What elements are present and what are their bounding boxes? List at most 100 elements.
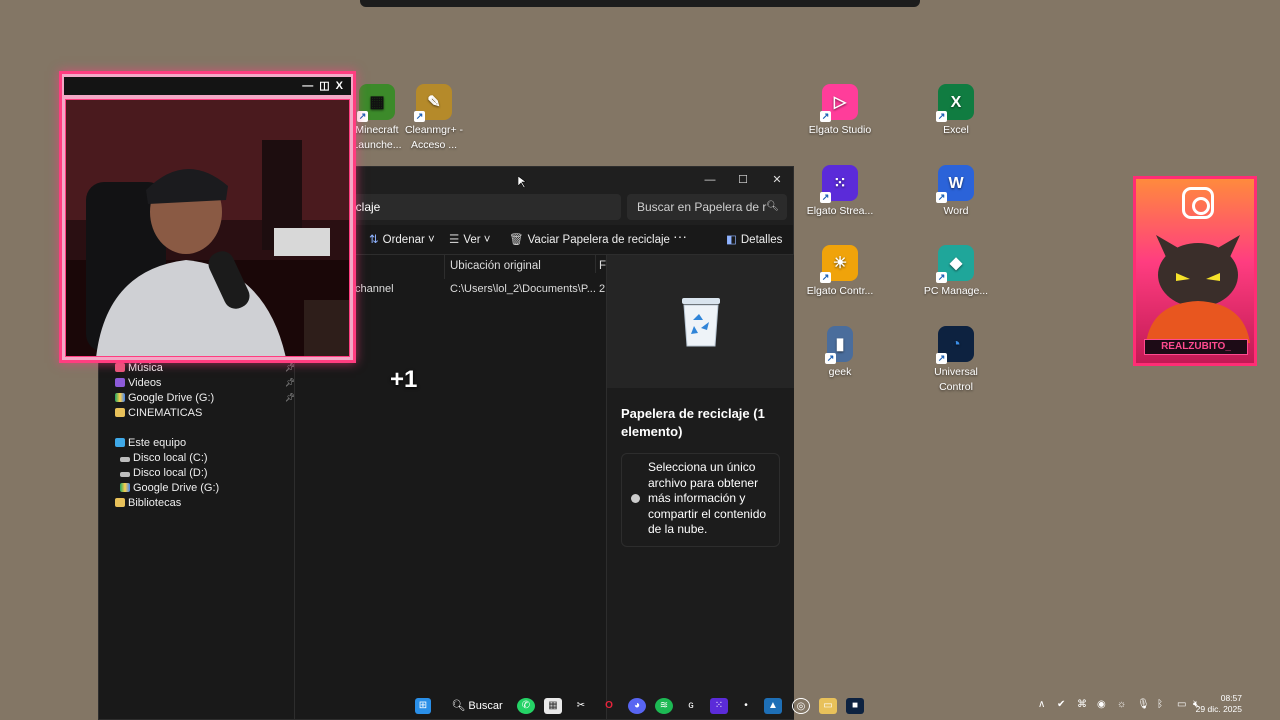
desktop-icon-label: Cleanmgr+ - Acceso ...: [404, 124, 464, 151]
tray-icon[interactable]: ◉: [1097, 699, 1106, 710]
preview-area: [607, 255, 794, 388]
maximize-button[interactable]: ☐: [728, 170, 758, 190]
videos-icon: [115, 378, 125, 387]
desktop-icon-elgato-stream[interactable]: ⁙ ↗ Elgato Strea...: [802, 165, 878, 219]
tray-icon[interactable]: ✔: [1057, 699, 1065, 710]
details-button[interactable]: ◧ Detalles: [726, 232, 782, 246]
discord-icon[interactable]: ◕: [628, 698, 646, 714]
desktop-icon-label: Word: [943, 205, 969, 217]
clock-time: 08:57: [1220, 693, 1242, 703]
desktop-icon-label: Elgato Contr...: [806, 285, 874, 297]
elgato-stream-deck-icon: ⁙ ↗: [820, 165, 858, 203]
store-icon[interactable]: ▦: [544, 698, 562, 714]
minimize-button[interactable]: —: [695, 170, 725, 190]
column-header-original-location[interactable]: Ubicación original: [450, 260, 541, 272]
trash-icon: 🗑︎: [509, 234, 524, 246]
obs-icon[interactable]: ◎: [792, 698, 810, 714]
more-options-button[interactable]: ···: [673, 228, 687, 244]
clock[interactable]: 08:57 29 dic. 2025: [1196, 693, 1242, 715]
network-icon[interactable]: ▭: [1177, 699, 1186, 710]
elgato-stream-deck-icon[interactable]: ⁙: [710, 698, 728, 714]
details-label: Detalles: [740, 234, 783, 246]
streamer-name: REALZUBITO_: [1144, 339, 1248, 355]
brightness-icon[interactable]: ☼: [1117, 699, 1126, 710]
top-bar: [360, 0, 920, 7]
empty-recycle-bin-button[interactable]: 🗑︎ Vaciar Papelera de reciclaje: [509, 232, 670, 246]
opera-icon[interactable]: O: [600, 698, 618, 714]
sidebar-item-label: Google Drive (G:): [133, 482, 220, 494]
desktop-icon-label: Excel: [943, 124, 969, 136]
universal-control-icon[interactable]: ■: [846, 698, 864, 714]
sidebar-item-label: Disco local (C:): [133, 452, 208, 464]
sidebar-item-music[interactable]: Música: [115, 362, 163, 374]
search-box[interactable]: Buscar en Papelera de r 🔍︎: [627, 194, 787, 220]
desktop-icon-pc-manager[interactable]: ◆ ↗ PC Manage...: [918, 245, 994, 299]
photos-icon[interactable]: ▲: [764, 698, 782, 714]
sidebar-item-disk-d[interactable]: Disco local (D:): [120, 467, 208, 479]
desktop-icon-elgato-studio[interactable]: ▷ ↗ Elgato Studio: [802, 84, 878, 138]
show-hidden-icons[interactable]: ∧: [1038, 699, 1045, 710]
microphone-icon[interactable]: 🎙︎: [1137, 699, 1150, 710]
desktop-icon-geek[interactable]: ▮ ↗ geek: [802, 326, 878, 380]
taskbar-search[interactable]: 🔍︎ Buscar: [446, 696, 508, 716]
desktop-icon-excel[interactable]: X ↗ Excel: [918, 84, 994, 138]
geek-icon: ▮ ↗: [825, 326, 853, 364]
sidebar-item-cinematicas[interactable]: CINEMATICAS: [115, 407, 202, 419]
webcam-video: [65, 99, 350, 357]
instagram-icon: [1182, 187, 1214, 219]
desktop-icon-cleanmgr[interactable]: ✎ ↗ Cleanmgr+ - Acceso ...: [396, 84, 472, 153]
start-button[interactable]: ⊞: [415, 698, 431, 714]
address-bar[interactable]: iclaje: [353, 194, 621, 220]
pin-icon: 📌︎: [285, 363, 296, 372]
snipping-tool-icon[interactable]: ✂: [572, 698, 590, 714]
mouse-cursor-icon: [518, 176, 526, 188]
desktop-icon-label: Elgato Strea...: [806, 205, 874, 217]
empty-bin-label: Vaciar Papelera de reciclaje: [527, 234, 670, 246]
sidebar-item-disk-c[interactable]: Disco local (C:): [120, 452, 208, 464]
clock-date: 29 dic. 2025: [1195, 704, 1242, 714]
sort-button[interactable]: ⇅ Ordenar ˅: [369, 232, 435, 246]
tray-icon[interactable]: ⌘: [1077, 699, 1087, 710]
sidebar-item-videos[interactable]: Videos: [115, 377, 161, 389]
info-message: Selecciona un único archivo para obtener…: [648, 460, 767, 536]
sidebar-item-label: Bibliotecas: [128, 497, 182, 509]
cleanmgr-icon: ✎ ↗: [414, 84, 452, 122]
details-pane-icon: ◧: [726, 234, 737, 246]
info-card: Selecciona un único archivo para obtener…: [621, 453, 780, 547]
bluetooth-icon[interactable]: ᛒ: [1157, 699, 1163, 710]
desktop-icon-label: PC Manage...: [923, 285, 989, 297]
search-icon: 🔍︎: [766, 201, 779, 212]
sort-icon: ⇅: [369, 234, 379, 246]
word-icon: W ↗: [936, 165, 974, 203]
close-button[interactable]: ✕: [762, 170, 792, 190]
drive-icon: [120, 472, 130, 477]
desktop-icon-label: Elgato Studio: [808, 124, 872, 136]
pin-icon: 📌︎: [285, 378, 296, 387]
sidebar-item-libraries[interactable]: Bibliotecas: [115, 497, 181, 509]
whatsapp-icon[interactable]: ✆: [517, 698, 535, 714]
sidebar-item-this-pc[interactable]: Este equipo: [115, 437, 186, 449]
view-button[interactable]: ☰ Ver ˅: [449, 232, 491, 246]
google-drive-icon: [115, 393, 125, 402]
sidebar-item-google-drive-g[interactable]: Google Drive (G:): [120, 482, 219, 494]
desktop-icon-elgato-control[interactable]: ☀ ↗ Elgato Contr...: [802, 245, 878, 299]
drive-icon: [120, 457, 130, 462]
taskbar-search-label: Buscar: [468, 700, 503, 712]
sidebar-item-label: Música: [128, 362, 163, 374]
computer-icon: [115, 438, 125, 447]
file-explorer-icon[interactable]: ▭: [819, 698, 837, 714]
terminal-icon[interactable]: •: [737, 698, 755, 714]
column-header-f[interactable]: F: [595, 255, 606, 273]
folder-icon: [115, 408, 125, 417]
spotify-icon[interactable]: ≋: [655, 698, 673, 714]
desktop-icon-word[interactable]: W ↗ Word: [918, 165, 994, 219]
desktop-icon-universal-control[interactable]: ◔ ↗ Universal Control: [918, 326, 994, 395]
view-label: Ver: [463, 234, 481, 246]
details-pane: Papelera de reciclaje (1 elemento) Selec…: [606, 255, 794, 719]
sidebar-item-label: CINEMATICAS: [128, 407, 203, 419]
sidebar-item-google-drive[interactable]: Google Drive (G:): [115, 392, 214, 404]
pc-manager-icon: ◆ ↗: [936, 245, 974, 283]
search-icon: 🔍︎: [451, 700, 466, 712]
app-icon[interactable]: ɢ: [682, 698, 700, 714]
elgato-control-center-icon: ☀ ↗: [820, 245, 858, 283]
